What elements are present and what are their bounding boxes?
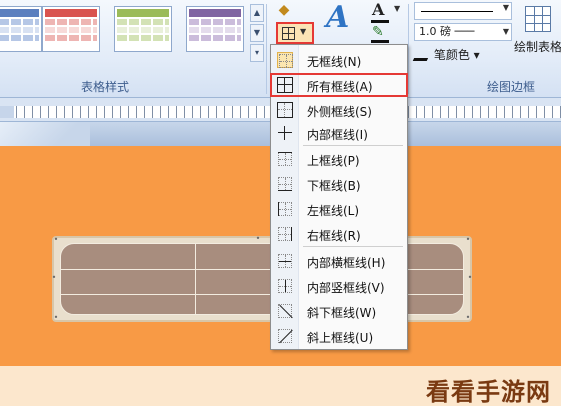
resize-handle[interactable]: • [254,235,262,243]
pen-color-label: 笔颜色 [433,48,470,62]
table-style-purple[interactable] [186,6,244,52]
pen-weight-select[interactable]: 1.0 磅 ─── ▼ [414,23,512,41]
resize-handle[interactable]: • [50,274,58,282]
no-border-icon [277,52,293,68]
inside-horizontal-border-icon [277,253,293,269]
menu-separator [303,246,403,247]
menu-item-label: 左框线(L) [307,204,360,218]
text-fill-color-bar [371,20,389,23]
menu-item-bottom-border[interactable]: 下框线(B) [271,173,407,195]
menu-item-label: 斜上框线(U) [307,331,374,345]
group-label-draw-borders: 绘图边框 [486,80,535,94]
gallery-more-icon[interactable]: ▾ [250,44,264,62]
table-column-line [195,244,196,314]
resize-handle[interactable]: • [52,236,60,244]
left-border-icon [277,201,293,217]
shading-bucket-icon[interactable]: ◆ [272,2,296,22]
scroll-up-icon[interactable]: ▲ [250,4,264,22]
resize-handle[interactable]: • [464,314,472,322]
menu-item-left-border[interactable]: 左框线(L) [271,198,407,220]
menu-item-top-border[interactable]: 上框线(P) [271,148,407,170]
chevron-down-icon[interactable]: ▼ [394,4,400,13]
table-style-green[interactable] [114,6,172,52]
draw-table-button[interactable]: 绘制表格 [514,2,561,74]
pen-style-select[interactable]: ▼ [414,2,512,20]
menu-item-label: 内部竖框线(V) [307,281,385,295]
menu-item-label: 斜下框线(W) [307,306,377,320]
menu-item-inside-borders[interactable]: 内部框线(I) [271,122,407,144]
pen-icon [412,47,434,61]
menu-item-label: 下框线(B) [307,179,361,193]
menu-item-all-borders[interactable]: 所有框线(A) [270,73,408,97]
inside-vertical-border-icon [277,278,293,294]
inside-borders-icon [277,125,293,141]
resize-handle[interactable]: • [464,236,472,244]
draw-table-label: 绘制表格 [514,40,561,54]
right-border-icon [277,226,293,242]
table-style-blue[interactable] [0,6,42,52]
menu-item-outside-borders[interactable]: 外侧框线(S) [271,99,407,121]
diagonal-down-border-icon [277,303,293,319]
wordart-style-icon[interactable]: A [326,0,349,35]
ruler-margin [0,106,14,118]
menu-item-inside-horizontal-border[interactable]: 内部横框线(H) [271,250,407,272]
menu-item-label: 所有框线(A) [307,80,373,94]
pen-color-button[interactable]: 笔颜色 ▾ [412,46,480,63]
watermark: 看看手游网 [426,378,551,406]
menu-item-diagonal-down-border[interactable]: 斜下框线(W) [271,300,407,322]
all-borders-icon [282,27,295,40]
chevron-down-icon: ▼ [502,3,509,12]
outside-borders-icon [277,102,293,118]
borders-menu: 无框线(N) 所有框线(A) 外侧框线(S) 内部框线(I) 上框线(P) 下框… [270,44,408,350]
menu-item-label: 右框线(R) [307,229,361,243]
chevron-down-icon: ▼ [502,27,509,36]
bottom-border-icon [277,176,293,192]
menu-item-label: 内部框线(I) [307,128,368,142]
style-gallery-scroll[interactable]: ▲ ▼ ▾ [250,4,264,64]
menu-item-diagonal-up-border[interactable]: 斜上框线(U) [271,325,407,347]
menu-item-label: 上框线(P) [307,154,360,168]
menu-item-label: 外侧框线(S) [307,105,372,119]
menu-separator [303,145,403,146]
text-fill-icon[interactable]: A [372,0,384,19]
scroll-down-icon[interactable]: ▼ [250,24,264,42]
table-style-red[interactable] [42,6,100,52]
chevron-down-icon: ▼ [300,27,307,36]
pen-weight-value: 1.0 磅 [419,25,451,38]
group-label-table-styles: 表格样式 [80,80,129,94]
resize-handle[interactable]: • [52,314,60,322]
text-outline-icon[interactable]: ✎ [372,24,384,40]
top-border-icon [277,151,293,167]
slide-table[interactable]: • • • • • • • [50,235,474,322]
diagonal-up-border-icon [277,328,293,344]
menu-item-label: 无框线(N) [307,55,362,69]
group-divider [408,4,409,94]
draw-table-icon [524,6,551,32]
text-outline-color-bar [371,40,389,43]
menu-item-right-border[interactable]: 右框线(R) [271,223,407,245]
borders-dropdown-button[interactable]: ▼ [276,22,314,44]
menu-item-inside-vertical-border[interactable]: 内部竖框线(V) [271,275,407,297]
slide-top-decoration [0,122,90,146]
all-borders-icon [277,77,293,93]
resize-handle[interactable]: • [466,274,474,282]
group-divider [266,4,267,94]
menu-item-no-border[interactable]: 无框线(N) [271,49,407,71]
menu-item-label: 内部横框线(H) [307,256,386,270]
